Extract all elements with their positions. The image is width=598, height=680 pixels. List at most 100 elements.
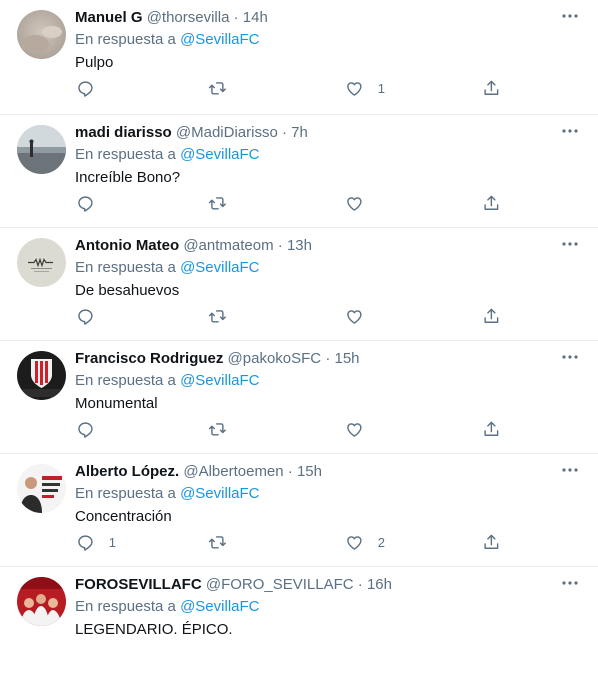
author-name[interactable]: Alberto López. [75, 463, 179, 480]
tweet-actions [75, 306, 505, 330]
author-name[interactable]: FOROSEVILLAFC [75, 576, 202, 593]
tweet[interactable]: madi diarisso @MadiDiarisso · 7h En resp… [0, 115, 598, 228]
author-handle[interactable]: @Albertoemen [183, 463, 283, 480]
retweet-icon [208, 81, 226, 95]
like-count: 1 [377, 80, 385, 96]
share-button[interactable] [482, 78, 501, 98]
mention-link[interactable]: @SevillaFC [180, 372, 259, 389]
mention-link[interactable]: @SevillaFC [180, 146, 259, 163]
author-handle[interactable]: @thorsevilla [147, 9, 230, 26]
avatar[interactable] [17, 464, 66, 513]
tweet-actions [75, 193, 505, 217]
tweet[interactable]: Manuel G @thorsevilla · 14h En respuesta… [0, 0, 598, 115]
timestamp[interactable]: 15h [334, 350, 359, 367]
tweet-actions: 1 2 [75, 532, 505, 556]
reply-button[interactable] [76, 193, 109, 213]
reply-count: 1 [108, 534, 116, 550]
author-name[interactable]: madi diarisso [75, 124, 172, 141]
retweet-button[interactable] [208, 78, 241, 98]
reply-icon [78, 196, 93, 212]
more-dots-icon[interactable] [560, 573, 580, 593]
retweet-button[interactable] [208, 419, 241, 439]
author-name[interactable]: Antonio Mateo [75, 237, 179, 254]
avatar[interactable] [17, 10, 66, 59]
avatar[interactable] [17, 577, 66, 626]
tweet[interactable]: Antonio Mateo @antmateom · 13h En respue… [0, 228, 598, 341]
retweet-icon [208, 422, 226, 436]
reply-icon [78, 81, 93, 97]
author-name[interactable]: Francisco Rodriguez [75, 350, 223, 367]
like-button[interactable]: 1 [345, 78, 385, 98]
retweet-icon [208, 196, 226, 210]
retweet-button[interactable] [208, 532, 241, 552]
share-button[interactable] [482, 532, 501, 552]
mention-link[interactable]: @SevillaFC [180, 31, 259, 48]
avatar[interactable] [17, 351, 66, 400]
reply-button[interactable]: 1 [76, 532, 116, 552]
share-icon [484, 195, 499, 210]
heart-icon [347, 81, 362, 96]
tweet[interactable]: Alberto López. @Albertoemen · 15h En res… [0, 454, 598, 567]
share-icon [484, 421, 499, 436]
retweet-button[interactable] [208, 193, 241, 213]
timestamp[interactable]: 15h [297, 463, 322, 480]
reply-prefix: En respuesta a [75, 31, 176, 48]
author-name[interactable]: Manuel G [75, 9, 143, 26]
author-handle[interactable]: @MadiDiarisso [176, 124, 278, 141]
author-handle[interactable]: @FORO_SEVILLAFC [206, 576, 354, 593]
timestamp[interactable]: 14h [243, 9, 268, 26]
separator-dot: · [277, 237, 283, 254]
reply-prefix: En respuesta a [75, 372, 176, 389]
like-button[interactable] [345, 306, 378, 326]
reply-feed: Manuel G @thorsevilla · 14h En respuesta… [0, 0, 598, 680]
reply-prefix: En respuesta a [75, 146, 176, 163]
tweet-text: LEGENDARIO. ÉPICO. [75, 621, 233, 638]
heart-icon [347, 196, 362, 211]
retweet-button[interactable] [208, 306, 241, 326]
timestamp[interactable]: 16h [367, 576, 392, 593]
timestamp[interactable]: 7h [291, 124, 308, 141]
reply-icon [78, 535, 93, 551]
retweet-icon [208, 535, 226, 549]
retweet-icon [208, 309, 226, 323]
reply-button[interactable] [76, 306, 109, 326]
more-dots-icon[interactable] [560, 347, 580, 367]
share-icon [484, 534, 499, 549]
heart-icon [347, 535, 362, 550]
share-button[interactable] [482, 306, 501, 326]
reply-prefix: En respuesta a [75, 485, 176, 502]
tweet-text: Pulpo [75, 54, 114, 71]
like-button[interactable] [345, 193, 378, 213]
reply-icon [78, 309, 93, 325]
share-button[interactable] [482, 193, 501, 213]
timestamp[interactable]: 13h [287, 237, 312, 254]
separator-dot: · [281, 124, 287, 141]
tweet[interactable]: FOROSEVILLAFC @FORO_SEVILLAFC · 16h En r… [0, 567, 598, 680]
mention-link[interactable]: @SevillaFC [180, 598, 259, 615]
reply-context: En respuesta a @SevillaFC [75, 144, 582, 166]
more-dots-icon[interactable] [560, 460, 580, 480]
more-dots-icon[interactable] [560, 121, 580, 141]
more-dots-icon[interactable] [560, 234, 580, 254]
reply-prefix: En respuesta a [75, 598, 176, 615]
separator-dot: · [233, 9, 239, 26]
avatar[interactable] [17, 125, 66, 174]
reply-button[interactable] [76, 78, 109, 98]
author-handle[interactable]: @pakokoSFC [228, 350, 322, 367]
reply-context: En respuesta a @SevillaFC [75, 596, 582, 618]
reply-prefix: En respuesta a [75, 259, 176, 276]
mention-link[interactable]: @SevillaFC [180, 485, 259, 502]
tweet-text: Monumental [75, 395, 158, 412]
like-button[interactable] [345, 419, 378, 439]
mention-link[interactable]: @SevillaFC [180, 259, 259, 276]
reply-context: En respuesta a @SevillaFC [75, 483, 582, 505]
share-button[interactable] [482, 419, 501, 439]
heart-icon [347, 309, 362, 324]
more-dots-icon[interactable] [560, 6, 580, 26]
author-handle[interactable]: @antmateom [183, 237, 273, 254]
like-button[interactable]: 2 [345, 532, 385, 552]
reply-button[interactable] [76, 419, 109, 439]
tweet[interactable]: Francisco Rodriguez @pakokoSFC · 15h En … [0, 341, 598, 454]
avatar[interactable] [17, 238, 66, 287]
share-icon [484, 308, 499, 323]
